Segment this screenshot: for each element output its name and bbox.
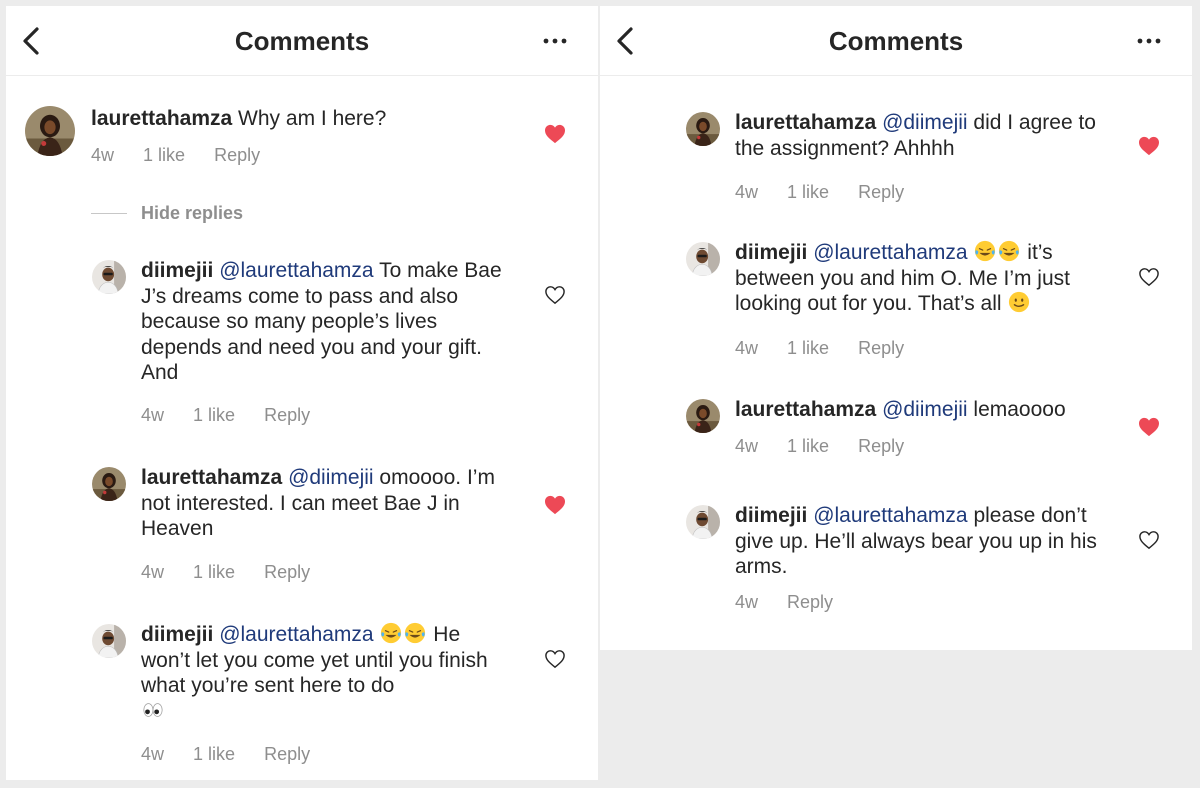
comment-time: 4w bbox=[91, 145, 115, 165]
page-title: Comments bbox=[234, 26, 370, 56]
reply-button[interactable]: Reply bbox=[858, 181, 904, 203]
heart-icon[interactable] bbox=[544, 124, 566, 144]
reply-button[interactable]: Reply bbox=[214, 144, 260, 166]
heart-icon[interactable] bbox=[1138, 136, 1160, 156]
avatar[interactable] bbox=[92, 260, 126, 294]
comment-mention[interactable]: @laurettahamza bbox=[219, 623, 373, 646]
comments-header: Comments bbox=[600, 6, 1192, 76]
comment-time: 4w bbox=[141, 405, 165, 425]
reply-button[interactable]: Reply bbox=[264, 743, 310, 765]
avatar[interactable] bbox=[686, 242, 720, 276]
comment-username[interactable]: laurettahamza bbox=[735, 111, 876, 134]
comment-username[interactable]: diimejii bbox=[141, 623, 213, 646]
comment-likes[interactable]: 1 like bbox=[787, 435, 829, 457]
reply-button[interactable]: Reply bbox=[264, 561, 310, 583]
heart-icon[interactable] bbox=[544, 495, 566, 515]
page-title: Comments bbox=[828, 26, 964, 56]
heart-icon[interactable] bbox=[544, 649, 566, 669]
comment-username[interactable]: diimejii bbox=[141, 259, 213, 282]
comment-body: diimejii @laurettahamza it’s between you… bbox=[735, 240, 1120, 317]
comment-meta: 4w 1 like Reply bbox=[141, 404, 310, 426]
comment-likes[interactable]: 1 like bbox=[193, 561, 235, 583]
comment-mention[interactable]: @laurettahamza bbox=[813, 504, 967, 527]
comment-item: laurettahamza @diimejii omoooo. I’m not … bbox=[6, 465, 598, 585]
avatar[interactable] bbox=[686, 399, 720, 433]
comment-time: 4w bbox=[735, 182, 759, 202]
face-with-tears-of-joy-icon bbox=[974, 240, 996, 262]
comment-meta: 4w 1 like Reply bbox=[141, 561, 310, 583]
comment-mention[interactable]: @diimejii bbox=[288, 466, 374, 489]
comment-meta: 4w 1 like Reply bbox=[735, 337, 904, 359]
eyes-icon bbox=[142, 699, 164, 721]
avatar[interactable] bbox=[92, 467, 126, 501]
comment-body: diimejii @laurettahamza To make Bae J’s … bbox=[141, 258, 516, 386]
face-with-tears-of-joy-icon bbox=[404, 622, 426, 644]
comments-panel-right: Comments laurettahamza @diimejii did I a… bbox=[600, 6, 1192, 650]
comment-item: laurettahamza Why am I here? 4w 1 like R… bbox=[6, 104, 598, 176]
hide-replies-label[interactable]: Hide replies bbox=[141, 202, 243, 224]
heart-icon[interactable] bbox=[1138, 417, 1160, 437]
comment-item: laurettahamza @diimejii did I agree to t… bbox=[600, 110, 1192, 210]
comment-meta: 4w 1 like Reply bbox=[735, 435, 904, 457]
comment-username[interactable]: diimejii bbox=[735, 241, 807, 264]
comment-username[interactable]: laurettahamza bbox=[735, 398, 876, 421]
comment-meta: 4w 1 like Reply bbox=[141, 743, 310, 765]
divider bbox=[91, 213, 127, 214]
comment-item: diimejii @laurettahamza To make Bae J’s … bbox=[6, 258, 598, 428]
comment-body: laurettahamza Why am I here? bbox=[91, 106, 511, 132]
comment-item: diimejii @laurettahamza He won’t let you… bbox=[6, 622, 598, 772]
comment-meta: 4w 1 like Reply bbox=[91, 144, 260, 166]
comment-meta: 4w Reply bbox=[735, 591, 833, 613]
comment-body: diimejii @laurettahamza please don’t giv… bbox=[735, 503, 1115, 580]
comment-body: laurettahamza @diimejii omoooo. I’m not … bbox=[141, 465, 511, 542]
comment-time: 4w bbox=[141, 744, 165, 764]
avatar[interactable] bbox=[686, 112, 720, 146]
comment-body: diimejii @laurettahamza He won’t let you… bbox=[141, 622, 511, 724]
comment-meta: 4w 1 like Reply bbox=[735, 181, 904, 203]
heart-icon[interactable] bbox=[1138, 267, 1160, 287]
comment-time: 4w bbox=[141, 562, 165, 582]
face-with-tears-of-joy-icon bbox=[380, 622, 402, 644]
more-horizontal-icon[interactable] bbox=[542, 31, 568, 51]
comment-mention[interactable]: @laurettahamza bbox=[813, 241, 967, 264]
comments-panel-left: Comments laurettahamza Why am I here? 4w… bbox=[6, 6, 598, 780]
comment-likes[interactable]: 1 like bbox=[143, 144, 185, 166]
avatar[interactable] bbox=[25, 106, 75, 156]
comment-item: diimejii @laurettahamza please don’t giv… bbox=[600, 503, 1192, 623]
comment-time: 4w bbox=[735, 436, 759, 456]
reply-button[interactable]: Reply bbox=[858, 337, 904, 359]
comment-likes[interactable]: 1 like bbox=[193, 404, 235, 426]
reply-button[interactable]: Reply bbox=[264, 404, 310, 426]
heart-icon[interactable] bbox=[1138, 530, 1160, 550]
comment-item: diimejii @laurettahamza it’s between you… bbox=[600, 240, 1192, 360]
comment-username[interactable]: diimejii bbox=[735, 504, 807, 527]
comment-username[interactable]: laurettahamza bbox=[141, 466, 282, 489]
comment-body: laurettahamza @diimejii lemaoooo bbox=[735, 397, 1115, 423]
comment-mention[interactable]: @diimejii bbox=[882, 111, 968, 134]
more-horizontal-icon[interactable] bbox=[1136, 31, 1162, 51]
comment-body: laurettahamza @diimejii did I agree to t… bbox=[735, 110, 1115, 161]
reply-button[interactable]: Reply bbox=[787, 591, 833, 613]
comments-header: Comments bbox=[6, 6, 598, 76]
slightly-smiling-face-icon bbox=[1008, 291, 1030, 313]
comment-mention[interactable]: @diimejii bbox=[882, 398, 968, 421]
comment-text: lemaoooo bbox=[967, 398, 1066, 421]
comment-time: 4w bbox=[735, 338, 759, 358]
reply-button[interactable]: Reply bbox=[858, 435, 904, 457]
comment-time: 4w bbox=[735, 592, 759, 612]
comment-username[interactable]: laurettahamza bbox=[91, 107, 232, 130]
comment-text: Why am I here? bbox=[232, 107, 387, 130]
face-with-tears-of-joy-icon bbox=[998, 240, 1020, 262]
heart-icon[interactable] bbox=[544, 285, 566, 305]
comment-likes[interactable]: 1 like bbox=[787, 337, 829, 359]
comment-likes[interactable]: 1 like bbox=[193, 743, 235, 765]
avatar[interactable] bbox=[92, 624, 126, 658]
comment-likes[interactable]: 1 like bbox=[787, 181, 829, 203]
avatar[interactable] bbox=[686, 505, 720, 539]
comment-item: laurettahamza @diimejii lemaoooo 4w 1 li… bbox=[600, 397, 1192, 467]
comment-mention[interactable]: @laurettahamza bbox=[219, 259, 373, 282]
